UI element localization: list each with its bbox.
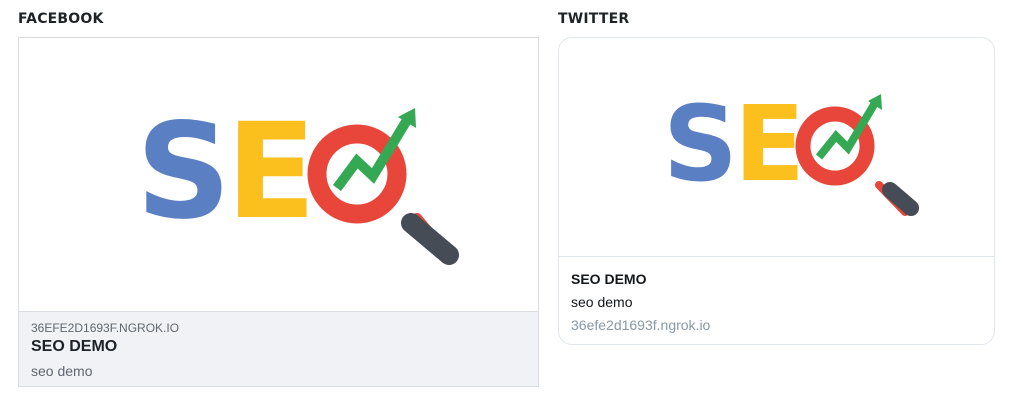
twitter-preview-image: S E	[559, 38, 994, 257]
facebook-section-title: FACEBOOK	[18, 11, 104, 27]
facebook-preview-description: seo demo	[31, 363, 93, 379]
twitter-preview-domain: 36efe2d1693f.ngrok.io	[571, 317, 711, 333]
logo-letter-s: S	[663, 83, 738, 205]
magnifier-ring-icon	[795, 106, 875, 186]
logo-letter-s: S	[136, 95, 231, 249]
logo-letter-e: E	[226, 95, 316, 249]
facebook-preview-domain: 36EFE2D1693F.NGROK.IO	[31, 321, 180, 335]
seo-logo-image: S E	[663, 83, 919, 216]
facebook-preview-card[interactable]: S E 36EFE2D1693F.NGROK.IO SEO DEMO seo d…	[18, 37, 539, 387]
seo-logo-image: S E	[136, 95, 459, 265]
twitter-preview-card[interactable]: S E SEO DEMO seo demo 36efe2d1693f.ngrok…	[558, 37, 995, 345]
magnifier-ring-icon	[307, 124, 407, 224]
magnifier-handle-icon	[401, 213, 459, 265]
twitter-section-title: TWITTER	[558, 11, 630, 27]
facebook-preview-footer: 36EFE2D1693F.NGROK.IO SEO DEMO seo demo	[19, 311, 538, 386]
twitter-preview-headline: SEO DEMO	[571, 271, 647, 287]
twitter-preview-description: seo demo	[571, 294, 633, 310]
facebook-preview-image: S E	[19, 38, 538, 311]
facebook-preview-headline: SEO DEMO	[31, 338, 118, 355]
logo-letter-e: E	[734, 83, 805, 205]
